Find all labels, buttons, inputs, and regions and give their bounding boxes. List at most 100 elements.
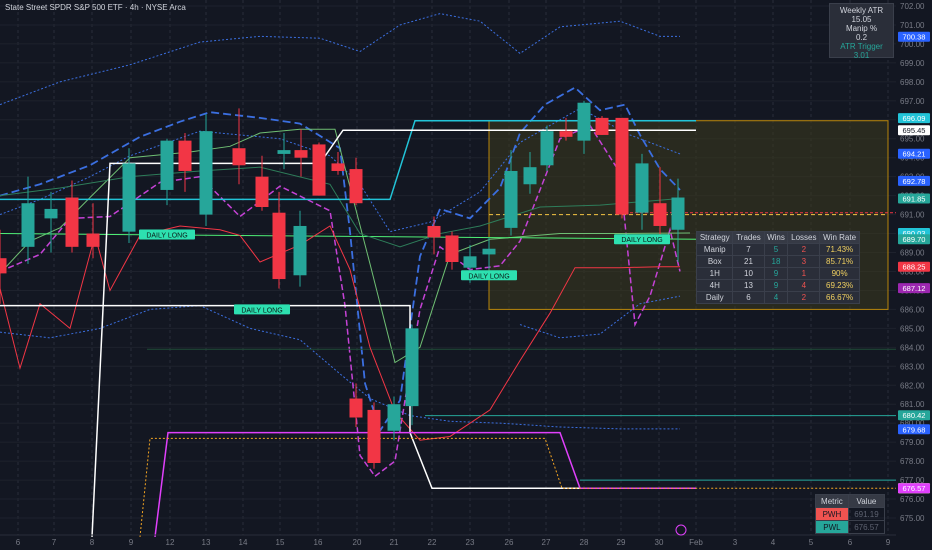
col-header: Wins bbox=[763, 231, 789, 244]
candle-body bbox=[595, 117, 609, 135]
candle-body bbox=[615, 117, 629, 215]
candle-body bbox=[405, 328, 419, 407]
x-tick-label: 23 bbox=[466, 538, 475, 547]
col-header: Win Rate bbox=[819, 231, 860, 244]
candle-body bbox=[577, 102, 591, 141]
x-tick-label: 27 bbox=[542, 538, 551, 547]
candle-body bbox=[199, 131, 213, 215]
cell-wins: 9 bbox=[763, 267, 789, 280]
signal-label: DAILY LONG bbox=[621, 237, 662, 244]
y-tick-label: 675.00 bbox=[900, 514, 925, 523]
candle-body bbox=[0, 258, 7, 274]
y-tick-label: 682.00 bbox=[900, 381, 925, 390]
price-badge-label: 700.38 bbox=[903, 33, 926, 42]
candle-body bbox=[293, 225, 307, 276]
candle-body bbox=[427, 225, 441, 238]
cell-win-rate: 90% bbox=[819, 267, 860, 280]
col-header: Metric bbox=[815, 494, 849, 508]
price-badge-label: 688.25 bbox=[903, 263, 926, 272]
table-row: Manip 7 5 2 71.43% bbox=[695, 243, 860, 256]
y-tick-label: 685.00 bbox=[900, 324, 925, 333]
candle-body bbox=[178, 140, 192, 171]
x-tick-label: 8 bbox=[90, 538, 95, 547]
candle-body bbox=[272, 212, 286, 280]
candle-body bbox=[482, 248, 496, 255]
cell-strategy: Daily bbox=[695, 291, 734, 304]
x-tick-label: 7 bbox=[52, 538, 57, 547]
y-tick-label: 676.00 bbox=[900, 495, 925, 504]
cell-trades: 6 bbox=[732, 291, 765, 304]
cell-trades: 7 bbox=[732, 243, 765, 256]
candle-body bbox=[635, 163, 649, 213]
x-tick-label: 5 bbox=[809, 538, 814, 547]
candle-body bbox=[349, 398, 363, 418]
cell-value-pwl: 676.57 bbox=[847, 520, 886, 534]
y-tick-label: 702.00 bbox=[900, 2, 925, 11]
manip-value: 0.2 bbox=[855, 33, 868, 42]
candle-body bbox=[463, 256, 477, 268]
x-tick-label: 14 bbox=[239, 538, 248, 547]
candle-body bbox=[445, 235, 459, 263]
x-tick-label: 13 bbox=[202, 538, 211, 547]
x-tick-label: 22 bbox=[428, 538, 437, 547]
price-badge-label: 676.57 bbox=[903, 484, 926, 493]
y-tick-label: 695.00 bbox=[900, 135, 925, 144]
x-tick-label: 3 bbox=[733, 538, 738, 547]
price-badge-label: 679.68 bbox=[903, 425, 926, 434]
y-tick-label: 681.00 bbox=[900, 400, 925, 409]
candle-body bbox=[65, 197, 79, 247]
y-tick-label: 691.00 bbox=[900, 211, 925, 220]
x-tick-label: 21 bbox=[390, 538, 399, 547]
y-tick-label: 684.00 bbox=[900, 343, 925, 352]
y-tick-label: 697.00 bbox=[900, 97, 925, 106]
price-badge-label: 680.42 bbox=[903, 411, 926, 420]
candle-body bbox=[387, 404, 401, 431]
x-tick-label: 4 bbox=[771, 538, 776, 547]
cell-wins: 4 bbox=[763, 291, 789, 304]
cell-losses: 4 bbox=[787, 279, 821, 292]
y-tick-label: 689.00 bbox=[900, 249, 925, 258]
cell-trades: 13 bbox=[732, 279, 765, 292]
candle-body bbox=[277, 150, 291, 154]
table-row: PWH 691.19 bbox=[815, 507, 886, 521]
candle-body bbox=[312, 144, 326, 196]
signal-label: DAILY LONG bbox=[241, 307, 282, 314]
x-tick-label: 15 bbox=[276, 538, 285, 547]
candle-body bbox=[44, 208, 58, 219]
atr-panel: Weekly ATR 15.05 Manip % 0.2 ATR Trigger… bbox=[829, 3, 894, 60]
col-header: Losses bbox=[787, 231, 821, 244]
atr-trigger-label: ATR Trigger bbox=[840, 42, 883, 51]
candle-body bbox=[671, 197, 685, 230]
cell-metric-pwh: PWH bbox=[815, 507, 849, 521]
y-tick-label: 699.00 bbox=[900, 59, 925, 68]
candle-body bbox=[21, 203, 35, 247]
candle-body bbox=[232, 148, 246, 166]
cell-losses: 3 bbox=[787, 255, 821, 268]
y-tick-label: 701.00 bbox=[900, 21, 925, 30]
cell-wins: 18 bbox=[763, 255, 789, 268]
cell-metric-pwl: PWL bbox=[815, 520, 849, 534]
weekly-atr-value: 15.05 bbox=[851, 15, 872, 24]
cell-win-rate: 69.23% bbox=[819, 279, 860, 292]
candle-body bbox=[523, 167, 537, 185]
candle-body bbox=[540, 131, 554, 166]
candle-body bbox=[294, 150, 308, 158]
candle-body bbox=[367, 409, 381, 464]
x-tick-label: 30 bbox=[655, 538, 664, 547]
signal-label: DAILY LONG bbox=[146, 233, 187, 240]
candle-body bbox=[653, 203, 667, 226]
price-badge-label: 694.21 bbox=[903, 150, 926, 159]
price-badge-label: 691.85 bbox=[903, 194, 926, 203]
cell-losses: 1 bbox=[787, 267, 821, 280]
cell-trades: 21 bbox=[732, 255, 765, 268]
cell-win-rate: 85.71% bbox=[819, 255, 860, 268]
table-row: 1H 10 9 1 90% bbox=[695, 267, 860, 280]
table-row: Daily 6 4 2 66.67% bbox=[695, 291, 860, 304]
x-tick-label: 12 bbox=[166, 538, 175, 547]
weekly-atr-label: Weekly ATR bbox=[839, 6, 884, 15]
candle-body bbox=[504, 170, 518, 228]
y-tick-label: 683.00 bbox=[900, 362, 925, 371]
cell-strategy: 1H bbox=[695, 267, 734, 280]
cell-win-rate: 71.43% bbox=[819, 243, 860, 256]
candle-body bbox=[255, 176, 269, 208]
